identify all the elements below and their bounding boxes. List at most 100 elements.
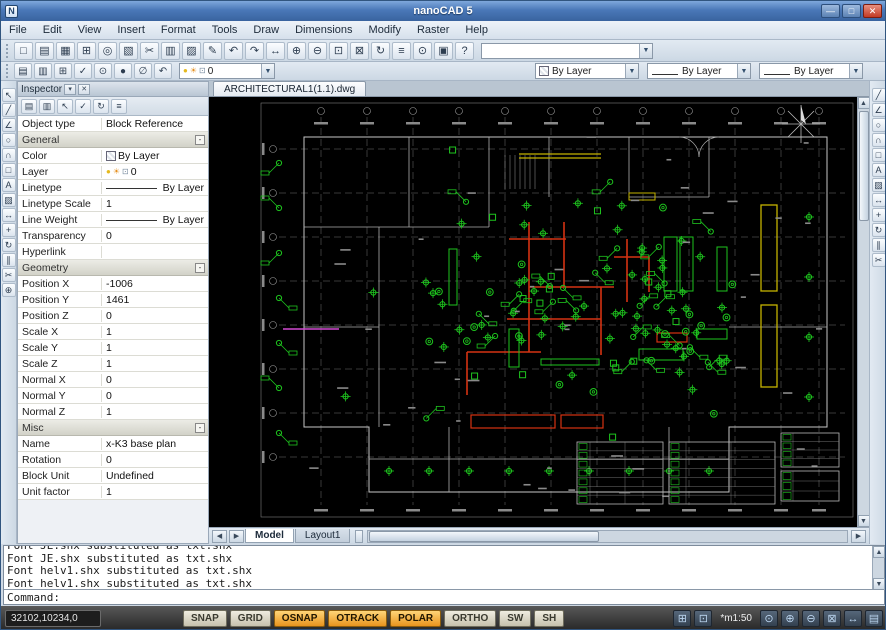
zoom-in-icon[interactable]: ⊕ <box>781 610 799 627</box>
menu-modify[interactable]: Modify <box>361 22 409 38</box>
chevron-down-icon[interactable]: ▼ <box>737 64 750 78</box>
property-value-unit-factor[interactable]: 1 <box>102 486 208 498</box>
fullscreen-icon[interactable]: ▤ <box>865 610 883 627</box>
publish-icon[interactable]: ▧ <box>119 42 138 60</box>
paste-icon[interactable]: ▨ <box>182 42 201 60</box>
modify-rotate-icon[interactable]: ↻ <box>872 223 886 237</box>
categorized-icon[interactable]: ▤ <box>21 99 37 114</box>
toggle-osnap[interactable]: OSNAP <box>274 610 326 627</box>
new-layer-icon[interactable]: ⊞ <box>54 63 72 79</box>
vertical-scrollbar[interactable]: ▲ ▼ <box>857 97 869 527</box>
refresh-icon[interactable]: ↻ <box>93 99 109 114</box>
zoom-tool-icon[interactable]: ⊕ <box>2 283 16 297</box>
zoom-out-icon[interactable]: ⊖ <box>802 610 820 627</box>
pan-icon[interactable]: ↔ <box>266 42 285 60</box>
layer-states-icon[interactable]: ▥ <box>34 63 52 79</box>
property-value-normal-y[interactable]: 0 <box>102 390 208 402</box>
mirror-icon[interactable]: ∥ <box>2 253 16 267</box>
toggle-polar[interactable]: POLAR <box>390 610 441 627</box>
plot-icon[interactable]: ⊞ <box>77 42 96 60</box>
property-value-scale-x[interactable]: 1 <box>102 326 208 338</box>
menu-draw[interactable]: Draw <box>245 22 287 38</box>
undo-icon[interactable]: ↶ <box>224 42 243 60</box>
regen-icon[interactable]: ↻ <box>371 42 390 60</box>
menu-insert[interactable]: Insert <box>109 22 153 38</box>
layer-isolate-icon[interactable]: ⊙ <box>94 63 112 79</box>
pin-icon[interactable]: ▾ <box>64 84 76 95</box>
minimize-button[interactable]: — <box>821 4 840 18</box>
draw-hatch-icon[interactable]: ▨ <box>872 178 886 192</box>
scroll-up-icon[interactable]: ▲ <box>858 97 870 109</box>
menu-raster[interactable]: Raster <box>409 22 457 38</box>
open-icon[interactable]: ▤ <box>35 42 54 60</box>
menu-view[interactable]: View <box>70 22 110 38</box>
command-history[interactable]: Font JE.shx substituted as txt.shxFont J… <box>4 546 872 590</box>
polyline-icon[interactable]: ∠ <box>2 118 16 132</box>
draw-arc-icon[interactable]: ∩ <box>872 133 886 147</box>
toggle-ortho[interactable]: ORTHO <box>444 610 496 627</box>
draw-polyline-icon[interactable]: ∠ <box>872 103 886 117</box>
chevron-down-icon[interactable]: ▼ <box>261 64 274 78</box>
scrollbar-thumb[interactable] <box>859 111 869 221</box>
collapse-icon[interactable]: - <box>195 263 205 273</box>
rotate-icon[interactable]: ↻ <box>2 238 16 252</box>
inspector-section-geometry[interactable]: Geometry- <box>18 260 208 276</box>
dimension-icon[interactable]: ↔ <box>2 208 16 222</box>
toolbar-field[interactable]: ▼ <box>481 43 653 59</box>
scroll-right-icon[interactable]: ▶ <box>851 530 866 543</box>
draw-line-icon[interactable]: ╱ <box>872 88 886 102</box>
inspector-section-misc[interactable]: Misc- <box>18 420 208 436</box>
modify-offset-icon[interactable]: ∥ <box>872 238 886 252</box>
print-preview-icon[interactable]: ◎ <box>98 42 117 60</box>
scale-lock-icon[interactable]: ⊡ <box>694 610 712 627</box>
scroll-down-icon[interactable]: ▼ <box>858 515 870 527</box>
property-value-layer[interactable]: ●☀⊡0 <box>102 166 208 178</box>
property-value-transparency[interactable]: 0 <box>102 230 208 242</box>
layer-freeze-icon[interactable]: ∅ <box>134 63 152 79</box>
property-value-name[interactable]: x-K3 base plan <box>102 438 208 450</box>
property-value-object-type[interactable]: Block Reference <box>102 118 208 130</box>
property-value-line-weight[interactable]: By Layer <box>102 214 208 226</box>
new-icon[interactable]: □ <box>14 42 33 60</box>
tab-scroll-right-icon[interactable]: ▶ <box>229 530 244 543</box>
zoom-window-icon[interactable]: ⊠ <box>823 610 841 627</box>
linetype-combo[interactable]: By Layer▼ <box>647 63 751 79</box>
tab-layout1[interactable]: Layout1 <box>295 529 351 543</box>
property-value-linetype[interactable]: By Layer <box>102 182 208 194</box>
cut-icon[interactable]: ✂ <box>140 42 159 60</box>
toolbar-grip[interactable] <box>6 64 10 78</box>
property-value-block-unit[interactable]: Undefined <box>102 470 208 482</box>
property-value-rotation[interactable]: 0 <box>102 454 208 466</box>
command-input[interactable]: Command: <box>4 589 884 604</box>
properties-icon[interactable]: ▣ <box>434 42 453 60</box>
help-icon[interactable]: ? <box>455 42 474 60</box>
zoom-dynamic-icon[interactable]: ⊙ <box>760 610 778 627</box>
property-value-position-z[interactable]: 0 <box>102 310 208 322</box>
inspector-section-general[interactable]: General- <box>18 132 208 148</box>
chevron-down-icon[interactable]: ▼ <box>639 44 652 58</box>
chevron-down-icon[interactable]: ▼ <box>849 64 862 78</box>
settings-icon[interactable]: ≡ <box>111 99 127 114</box>
tab-model[interactable]: Model <box>245 529 294 543</box>
move-icon[interactable]: + <box>2 223 16 237</box>
layers-dialog-icon[interactable]: ▤ <box>14 63 32 79</box>
lineweight-combo[interactable]: By Layer▼ <box>759 63 863 79</box>
collapse-icon[interactable]: - <box>195 423 205 433</box>
close-button[interactable]: ✕ <box>863 4 882 18</box>
property-value-scale-z[interactable]: 1 <box>102 358 208 370</box>
layer-previous-icon[interactable]: ↶ <box>154 63 172 79</box>
format-painter-icon[interactable]: ✎ <box>203 42 222 60</box>
draw-rectangle-icon[interactable]: □ <box>872 148 886 162</box>
save-icon[interactable]: ▦ <box>56 42 75 60</box>
text-icon[interactable]: A <box>2 178 16 192</box>
menu-dimensions[interactable]: Dimensions <box>287 22 360 38</box>
horizontal-scrollbar[interactable] <box>367 530 848 543</box>
toggle-sh[interactable]: SH <box>534 610 564 627</box>
chevron-down-icon[interactable]: ▼ <box>625 64 638 78</box>
zoom-out-icon[interactable]: ⊖ <box>308 42 327 60</box>
scroll-up-icon[interactable]: ▲ <box>873 546 885 558</box>
erase-icon[interactable]: ✂ <box>2 268 16 282</box>
select-icon[interactable]: ↖ <box>2 88 16 102</box>
inspector-header[interactable]: Inspector ▾ ✕ <box>18 82 208 97</box>
menu-edit[interactable]: Edit <box>35 22 70 38</box>
